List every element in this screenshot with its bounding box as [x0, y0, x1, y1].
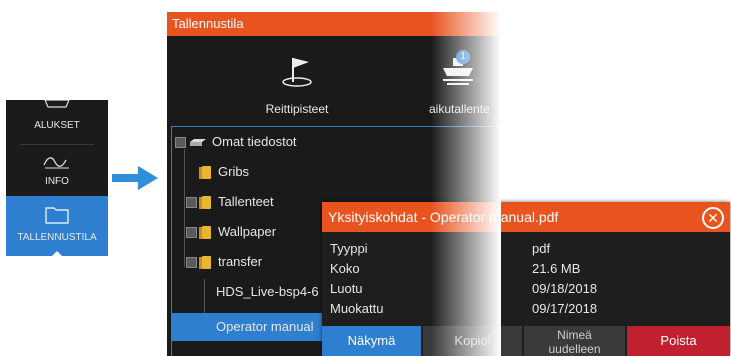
expand-toggle[interactable] [186, 197, 197, 208]
side-navigation: ALUKSET INFO TALLENNUSTILA [6, 100, 108, 256]
collapse-toggle[interactable] [175, 137, 186, 148]
vessels-icon [44, 100, 70, 108]
delete-button[interactable]: Poista [627, 326, 730, 356]
tool-label: Reittipisteet [265, 102, 329, 116]
waypoint-flag-icon [282, 58, 312, 87]
info-wave-icon [43, 157, 69, 169]
details-dialog: Yksityiskohdat - Operator manual.pdf ✕ T… [322, 202, 730, 356]
fade-overlay [431, 12, 501, 356]
nav-label: INFO [45, 176, 69, 187]
drive-icon [190, 139, 206, 146]
tree-label: Gribs [218, 164, 250, 179]
property-value: pdf [532, 241, 551, 256]
view-button[interactable]: Näkymä [322, 326, 421, 356]
folder-icon [199, 196, 211, 209]
property-value: 09/17/2018 [532, 301, 598, 316]
property-label: Luotu [330, 281, 363, 296]
tree-label: Tallenteet [218, 194, 274, 209]
nav-item-info[interactable]: INFO [6, 144, 108, 196]
rename-label-line2: uudelleen [548, 342, 601, 356]
folder-icon [199, 256, 211, 269]
folder-outline-icon [45, 207, 69, 224]
property-value: 21.6 MB [532, 261, 581, 276]
property-label: Koko [330, 261, 360, 276]
nav-item-alukset[interactable]: ALUKSET [6, 100, 108, 144]
folder-icon [199, 226, 211, 239]
selection-pointer [51, 251, 63, 256]
property-label: Muokattu [330, 301, 384, 316]
nav-item-tallennustila[interactable]: TALLENNUSTILA [6, 196, 108, 256]
property-value: 09/18/2018 [532, 281, 598, 296]
rename-label-line1: Nimeä [557, 328, 592, 342]
tree-label: Omat tiedostot [212, 134, 297, 149]
tree-label: Wallpaper [218, 224, 277, 239]
waypoints-button[interactable]: Reittipisteet [237, 48, 357, 118]
rename-button[interactable]: Nimeä uudelleen [524, 326, 625, 356]
close-icon[interactable]: ✕ [702, 207, 724, 229]
tree-label: transfer [218, 254, 263, 269]
nav-label: ALUKSET [34, 120, 80, 131]
flow-arrow-icon [112, 166, 158, 190]
nav-label: TALLENNUSTILA [17, 232, 97, 243]
property-label: Tyyppi [330, 241, 368, 256]
expand-toggle[interactable] [186, 227, 197, 238]
tree-label: HDS_Live-bsp4-6 [216, 284, 319, 299]
collapse-toggle[interactable] [186, 257, 197, 268]
folder-icon [199, 166, 211, 179]
tree-label: Operator manual [216, 319, 314, 334]
dialog-title: Yksityiskohdat - Operator manual.pdf [322, 202, 730, 232]
